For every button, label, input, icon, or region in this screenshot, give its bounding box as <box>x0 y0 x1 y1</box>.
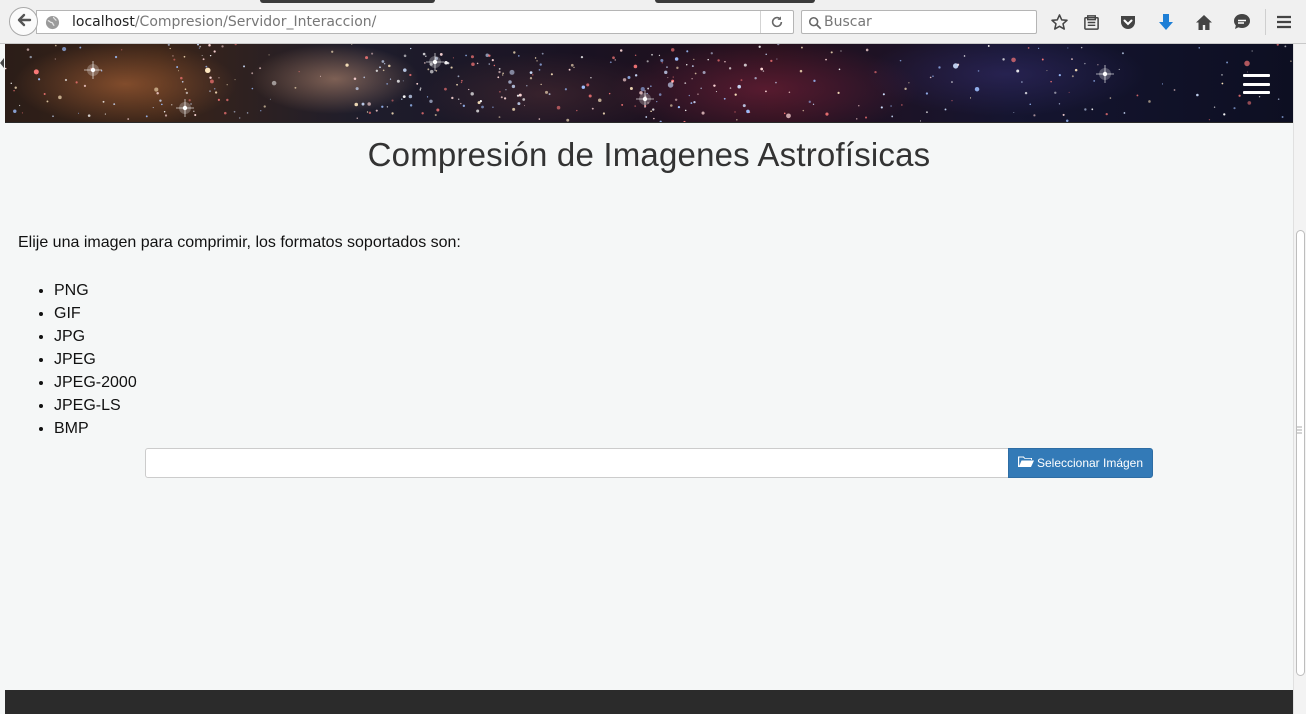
pocket-icon[interactable] <box>1117 11 1139 33</box>
search-input[interactable] <box>824 13 1029 31</box>
toolbar-separator <box>1265 9 1266 35</box>
url-host: localhost <box>72 14 135 30</box>
list-item: JPG <box>54 325 137 348</box>
menu-icon[interactable] <box>1273 11 1295 33</box>
page-title: Compresión de Imagenes Astrofísicas <box>367 136 931 173</box>
tab-edge <box>260 0 435 3</box>
chat-icon[interactable] <box>1231 11 1253 33</box>
file-upload-group: Seleccionar Imágen <box>145 448 1153 478</box>
list-item: JPEG-LS <box>54 394 137 417</box>
reading-list-icon[interactable] <box>1080 11 1102 33</box>
header-banner <box>5 44 1293 123</box>
search-icon <box>808 15 822 34</box>
starfield-image <box>5 44 1292 122</box>
page-footer <box>5 690 1293 714</box>
back-button[interactable] <box>9 7 38 36</box>
url-bar[interactable]: localhost/Compresion/Servidor_Interaccio… <box>36 10 794 34</box>
list-item: BMP <box>54 417 137 440</box>
tab-edge <box>655 0 815 3</box>
list-item: GIF <box>54 302 137 325</box>
list-item: JPEG-2000 <box>54 371 137 394</box>
select-image-label: Seleccionar Imágen <box>1036 456 1144 470</box>
list-item: PNG <box>54 279 137 302</box>
formats-list: PNG GIF JPG JPEG JPEG-2000 JPEG-LS BMP <box>18 279 137 440</box>
browser-toolbar: localhost/Compresion/Servidor_Interaccio… <box>0 0 1306 44</box>
folder-open-icon <box>1017 456 1034 471</box>
vertical-scrollbar[interactable] <box>1293 44 1306 714</box>
globe-icon <box>45 15 60 34</box>
reload-icon[interactable] <box>760 11 793 33</box>
hamburger-menu-icon[interactable] <box>1243 74 1270 94</box>
bookmark-star-icon[interactable] <box>1048 11 1070 33</box>
scrollbar-grip-icon <box>1297 426 1302 434</box>
url-text: localhost/Compresion/Servidor_Interaccio… <box>72 14 376 30</box>
search-bar[interactable] <box>801 10 1037 34</box>
home-icon[interactable] <box>1193 11 1215 33</box>
download-icon[interactable] <box>1155 11 1177 33</box>
scrollbar-thumb[interactable] <box>1296 230 1305 676</box>
intro-text: Elije una imagen para comprimir, los for… <box>18 234 461 251</box>
file-name-input[interactable] <box>145 448 1009 478</box>
back-arrow-icon <box>16 12 32 32</box>
list-item: JPEG <box>54 348 137 371</box>
url-path: /Compresion/Servidor_Interaccion/ <box>134 14 377 30</box>
select-image-button[interactable]: Seleccionar Imágen <box>1008 448 1153 478</box>
